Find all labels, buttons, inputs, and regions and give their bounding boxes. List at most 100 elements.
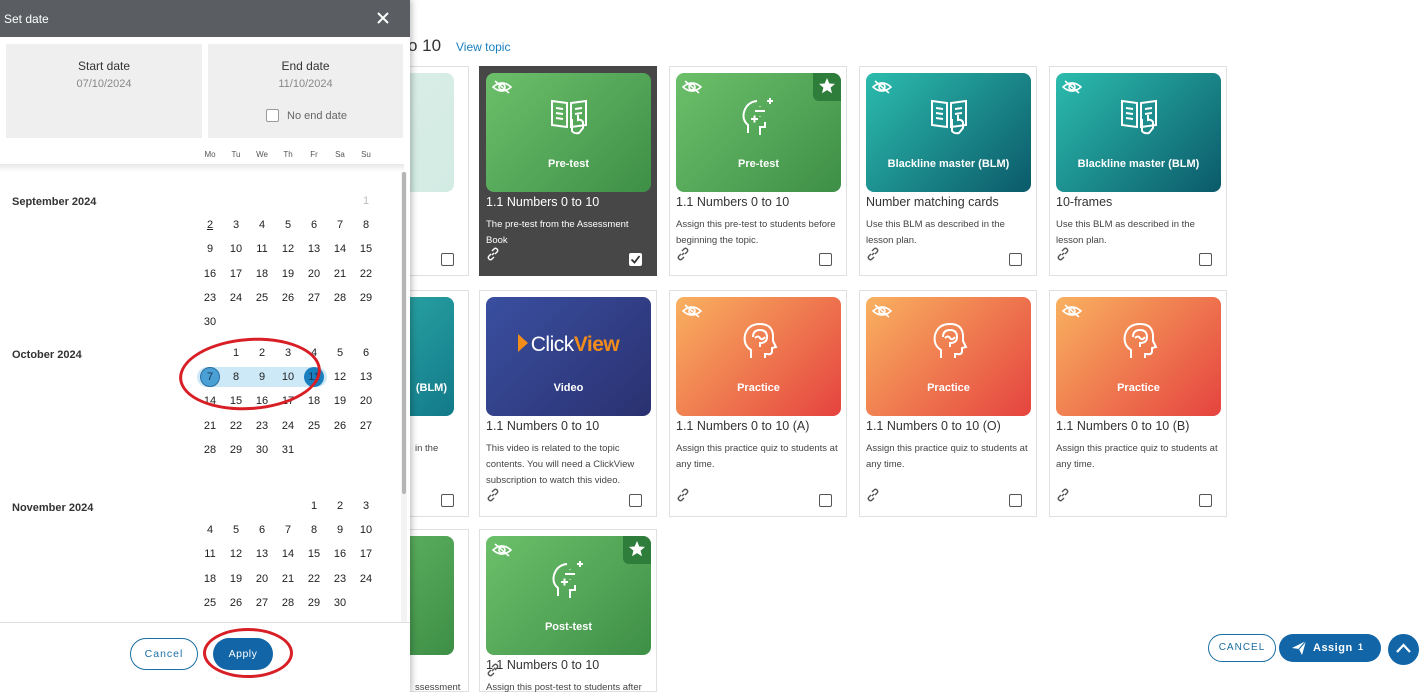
- calendar-day[interactable]: 16: [197, 266, 223, 282]
- calendar-day[interactable]: 30: [249, 442, 275, 458]
- view-topic-link[interactable]: View topic: [456, 40, 510, 54]
- calendar-day[interactable]: 6: [353, 345, 379, 361]
- link-icon[interactable]: [1056, 488, 1070, 507]
- resource-card[interactable]: ssessment: [289, 529, 469, 692]
- link-icon[interactable]: [486, 247, 500, 266]
- end-date-field[interactable]: End date 11/10/2024 No end date: [208, 44, 403, 138]
- calendar-day[interactable]: 14: [275, 546, 301, 562]
- resource-card[interactable]: Post-test 1.1 Numbers 0 to 10 Assign this …: [479, 529, 657, 692]
- calendar-day[interactable]: 29: [223, 442, 249, 458]
- calendar-day[interactable]: 17: [353, 546, 379, 562]
- eye-off-icon[interactable]: [491, 79, 513, 100]
- link-icon[interactable]: [486, 488, 500, 507]
- calendar-day[interactable]: 20: [353, 393, 379, 409]
- calendar-day[interactable]: 25: [301, 418, 327, 434]
- eye-off-icon[interactable]: [1061, 303, 1083, 324]
- card-thumbnail[interactable]: Practice: [676, 297, 841, 416]
- scroll-top-button[interactable]: [1388, 634, 1419, 665]
- resource-card[interactable]: Practice 1.1 Numbers 0 to 10 (B) Assign th…: [1049, 290, 1227, 517]
- calendar-day[interactable]: 18: [197, 571, 223, 587]
- calendar-day[interactable]: 10: [353, 522, 379, 538]
- calendar-day[interactable]: 12: [223, 546, 249, 562]
- cancel-button[interactable]: Cancel: [130, 638, 198, 670]
- assign-button[interactable]: Assign 1: [1279, 634, 1381, 662]
- calendar-day[interactable]: 25: [249, 290, 275, 306]
- link-icon[interactable]: [676, 488, 690, 507]
- calendar-day[interactable]: 29: [301, 595, 327, 611]
- card-checkbox[interactable]: [819, 494, 832, 507]
- calendar-day[interactable]: 26: [223, 595, 249, 611]
- calendar-day[interactable]: 8: [353, 217, 379, 233]
- close-icon[interactable]: [376, 11, 390, 25]
- calendar-day[interactable]: 23: [249, 418, 275, 434]
- calendar-day[interactable]: 14: [327, 241, 353, 257]
- calendar-day[interactable]: 9: [327, 522, 353, 538]
- calendar-day[interactable]: 2: [197, 217, 223, 233]
- calendar-day[interactable]: 26: [327, 418, 353, 434]
- card-checkbox[interactable]: [1199, 253, 1212, 266]
- calendar-day[interactable]: 3: [353, 498, 379, 514]
- eye-off-icon[interactable]: [491, 542, 513, 563]
- calendar-day[interactable]: 30: [197, 314, 223, 330]
- calendar-day[interactable]: 12: [275, 241, 301, 257]
- card-thumbnail[interactable]: Post-test: [486, 536, 651, 655]
- calendar-day[interactable]: 23: [327, 571, 353, 587]
- calendar-day[interactable]: 22: [223, 418, 249, 434]
- link-icon[interactable]: [1056, 247, 1070, 266]
- calendar-day[interactable]: 6: [249, 522, 275, 538]
- card-thumbnail[interactable]: Pre-test: [486, 73, 651, 192]
- calendar-day[interactable]: 11: [249, 241, 275, 257]
- calendar-day[interactable]: 22: [301, 571, 327, 587]
- calendar-day[interactable]: 22: [353, 266, 379, 282]
- card-checkbox[interactable]: [1009, 253, 1022, 266]
- resource-card[interactable]: Practice 1.1 Numbers 0 to 10 (O) Assign th…: [859, 290, 1037, 517]
- calendar-day[interactable]: 30: [327, 595, 353, 611]
- calendar-day[interactable]: 18: [301, 393, 327, 409]
- start-date-field[interactable]: Start date 07/10/2024: [6, 44, 202, 138]
- calendar-day[interactable]: 31: [275, 442, 301, 458]
- calendar-day[interactable]: 4: [249, 217, 275, 233]
- eye-off-icon[interactable]: [681, 303, 703, 324]
- cancel-assign-button[interactable]: CANCEL: [1208, 634, 1276, 662]
- eye-off-icon[interactable]: [681, 79, 703, 100]
- calendar-day[interactable]: 19: [275, 266, 301, 282]
- card-checkbox[interactable]: [819, 253, 832, 266]
- calendar-day[interactable]: 15: [301, 546, 327, 562]
- calendar-day[interactable]: 29: [353, 290, 379, 306]
- calendar-day[interactable]: 27: [249, 595, 275, 611]
- calendar-day[interactable]: 24: [223, 290, 249, 306]
- link-icon[interactable]: [866, 488, 880, 507]
- calendar-day[interactable]: 19: [327, 393, 353, 409]
- card-thumbnail[interactable]: Blackline master (BLM): [866, 73, 1031, 192]
- card-checkbox[interactable]: [629, 253, 642, 266]
- calendar-day[interactable]: 28: [197, 442, 223, 458]
- card-thumbnail[interactable]: Practice: [866, 297, 1031, 416]
- calendar-day[interactable]: 18: [249, 266, 275, 282]
- eye-off-icon[interactable]: [1061, 79, 1083, 100]
- calendar-day[interactable]: 6: [301, 217, 327, 233]
- card-checkbox[interactable]: [629, 494, 642, 507]
- calendar-day[interactable]: 4: [197, 522, 223, 538]
- calendar-day[interactable]: 21: [327, 266, 353, 282]
- calendar-day[interactable]: 20: [249, 571, 275, 587]
- calendar-day[interactable]: 19: [223, 571, 249, 587]
- eye-off-icon[interactable]: [871, 79, 893, 100]
- no-end-date-checkbox[interactable]: [266, 109, 279, 122]
- resource-card[interactable]: (BLM) in the: [289, 290, 469, 517]
- calendar-day[interactable]: 13: [301, 241, 327, 257]
- calendar-day[interactable]: 28: [275, 595, 301, 611]
- calendar-day[interactable]: 8: [301, 522, 327, 538]
- resource-card[interactable]: [289, 66, 469, 276]
- calendar-scrollbar[interactable]: [401, 172, 407, 622]
- card-checkbox[interactable]: [1009, 494, 1022, 507]
- calendar-day[interactable]: 5: [275, 217, 301, 233]
- calendar-day[interactable]: 27: [301, 290, 327, 306]
- resource-card[interactable]: ClickView Video 1.1 Numbers 0 to 10 This vi…: [479, 290, 657, 517]
- calendar-day[interactable]: 16: [327, 546, 353, 562]
- calendar-day[interactable]: 2: [327, 498, 353, 514]
- calendar-day[interactable]: 1: [301, 498, 327, 514]
- resource-card[interactable]: Blackline master (BLM) 10-frames Use this …: [1049, 66, 1227, 276]
- link-icon[interactable]: [486, 663, 500, 682]
- eye-off-icon[interactable]: [871, 303, 893, 324]
- calendar-day[interactable]: 7: [327, 217, 353, 233]
